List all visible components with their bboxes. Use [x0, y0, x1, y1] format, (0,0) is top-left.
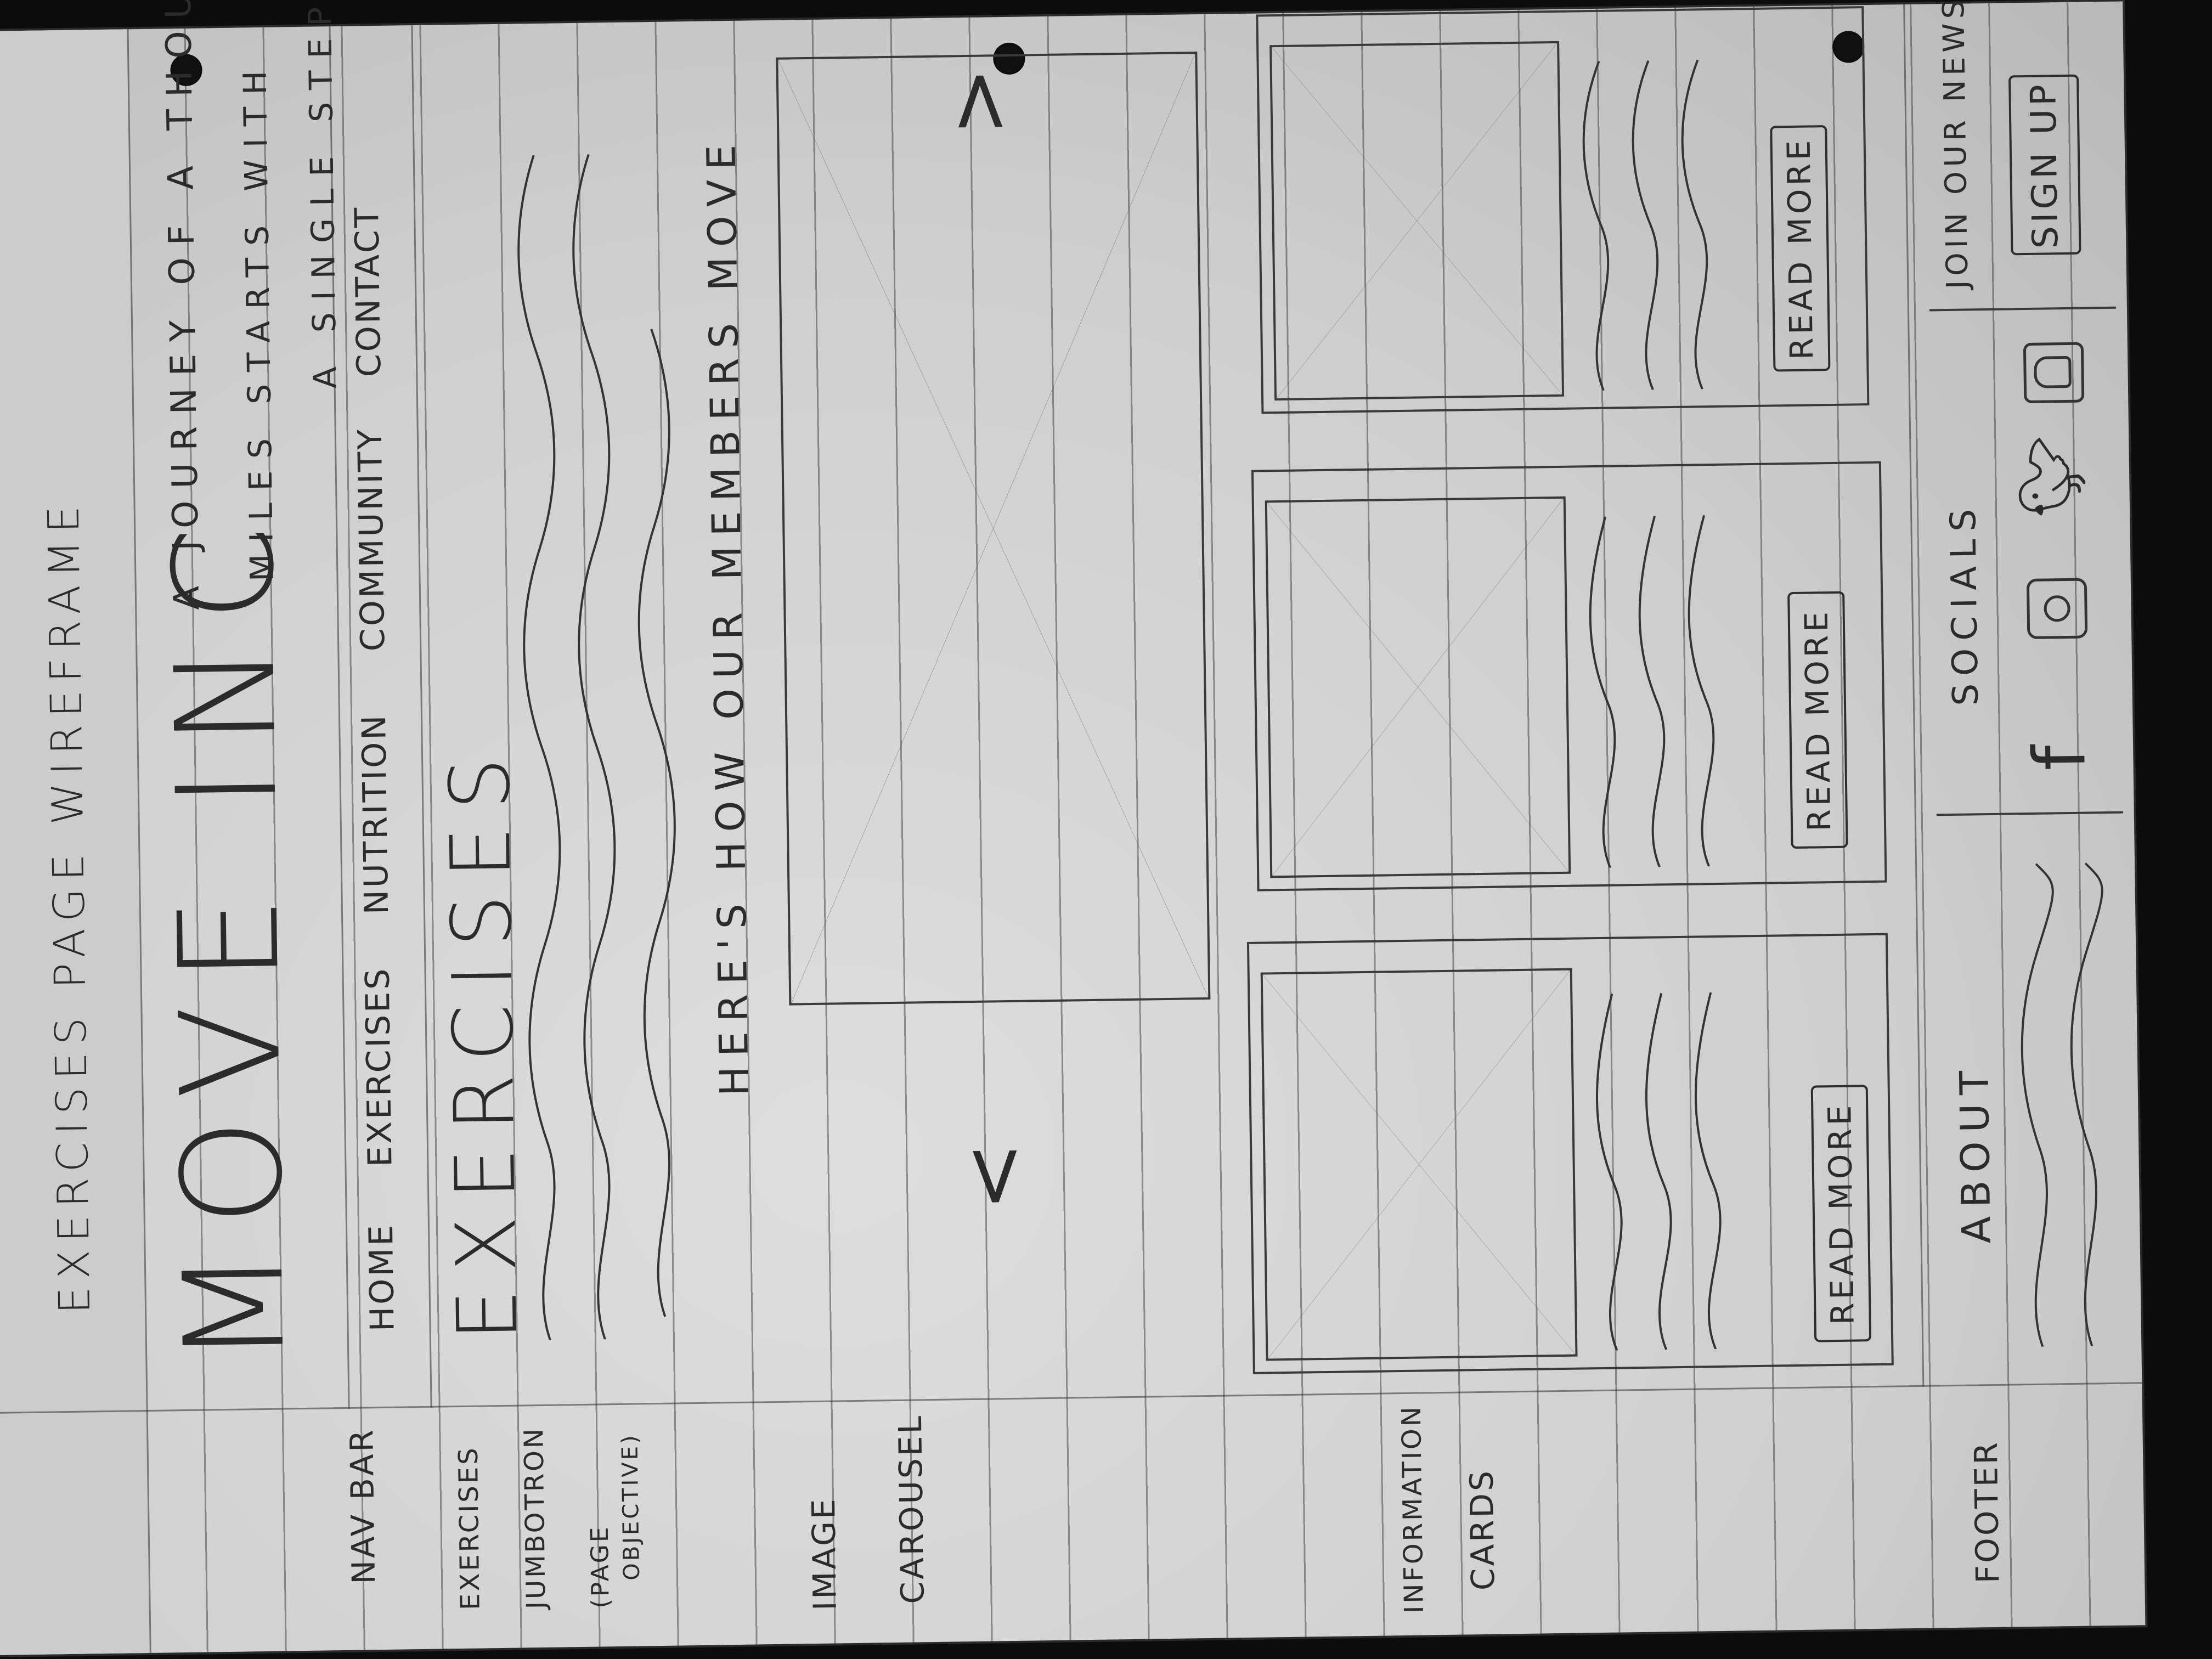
- footer-about-section: ABOUT: [1936, 811, 2131, 1365]
- label-cards-2: CARDS: [1463, 1468, 1502, 1591]
- jumbotron-body-text: [517, 154, 676, 1341]
- footer-socials-heading: SOCIALS: [1943, 501, 1987, 707]
- jumbotron-heading: EXERCISES: [432, 740, 536, 1342]
- lined-paper-sheet: EXERCISES PAGE WIREFRAME NAV BAR EXERCIS…: [0, 0, 2146, 1656]
- label-carousel-1: IMAGE: [804, 1496, 844, 1611]
- nav-contact[interactable]: CONTACT: [348, 205, 388, 377]
- instagram-icon[interactable]: [2026, 578, 2088, 640]
- sheet-title: EXERCISES PAGE WIREFRAME: [39, 498, 100, 1314]
- paper-margin-line: [0, 1382, 2142, 1414]
- label-carousel-2: CAROUSEL: [891, 1413, 932, 1605]
- image-placeholder-x: [778, 54, 1208, 1003]
- info-card: READ MORE: [1246, 933, 1894, 1374]
- tagline-line-2: MILES STARTS WITH: [236, 58, 281, 582]
- carousel-caption: HERE'S HOW OUR MEMBERS MOVE: [698, 134, 758, 1097]
- card-image-placeholder: [1269, 41, 1565, 401]
- footer-newsletter-section: JOIN OUR NEWSLETTER SIGN UP: [1925, 0, 2115, 301]
- facebook-icon[interactable]: f: [2018, 742, 2102, 771]
- carousel-next-arrow[interactable]: >: [930, 64, 1026, 137]
- label-nav-bar: NAV BAR: [343, 1427, 383, 1585]
- info-card: READ MORE: [1251, 461, 1887, 891]
- image-placeholder-x: [1267, 499, 1568, 876]
- logo-text: MOVE INC: [143, 503, 315, 1368]
- footer-top-rule: [1903, 4, 1925, 1387]
- label-footer: FOOTER: [1967, 1440, 2007, 1584]
- read-more-button[interactable]: READ MORE: [1787, 591, 1848, 849]
- card-body-text: [1589, 515, 1715, 868]
- card-body-text: [1582, 59, 1708, 391]
- nav-bottom-rule: [411, 25, 432, 1408]
- image-placeholder-x: [1272, 43, 1562, 398]
- label-jumbotron-2: JUMBOTRON: [518, 1426, 552, 1610]
- nav-community[interactable]: COMMUNITY: [351, 427, 393, 651]
- label-jumbotron-1: EXERCISES: [453, 1446, 486, 1611]
- twitter-icon[interactable]: 🐦︎: [2013, 432, 2091, 518]
- nav-home[interactable]: HOME: [362, 1223, 402, 1332]
- carousel-image-placeholder: [776, 52, 1211, 1006]
- snapchat-icon[interactable]: [2023, 342, 2085, 404]
- tagline-line-3: A SINGLE STEP: [301, 0, 344, 389]
- read-more-button[interactable]: READ MORE: [1810, 1085, 1872, 1342]
- image-placeholder-x: [1263, 970, 1576, 1359]
- footer-socials-section: SOCIALS f 🐦︎: [1929, 306, 2123, 805]
- newsletter-text: JOIN OUR NEWSLETTER: [1934, 0, 1975, 290]
- nav-exercises[interactable]: EXERCISES: [358, 966, 399, 1167]
- card-image-placeholder: [1260, 968, 1578, 1361]
- label-jumbotron-3: (PAGE: [585, 1525, 615, 1609]
- carousel-prev-arrow[interactable]: <: [945, 1139, 1041, 1212]
- nav-nutrition[interactable]: NUTRITION: [355, 713, 396, 915]
- card-body-text: [1596, 992, 1722, 1351]
- info-card: READ MORE: [1256, 6, 1870, 414]
- read-more-button[interactable]: READ MORE: [1770, 125, 1831, 372]
- card-image-placeholder: [1265, 496, 1571, 878]
- label-cards-1: INFORMATION: [1396, 1404, 1430, 1614]
- image-carousel: < >: [774, 52, 1235, 1337]
- photo-stage: EXERCISES PAGE WIREFRAME NAV BAR EXERCIS…: [0, 0, 2212, 1659]
- footer-about-heading: ABOUT: [1951, 1062, 2000, 1244]
- sign-up-button[interactable]: SIGN UP: [2008, 74, 2081, 256]
- footer-about-text: [2021, 862, 2103, 1347]
- label-jumbotron-4: OBJECTIVE): [617, 1433, 645, 1581]
